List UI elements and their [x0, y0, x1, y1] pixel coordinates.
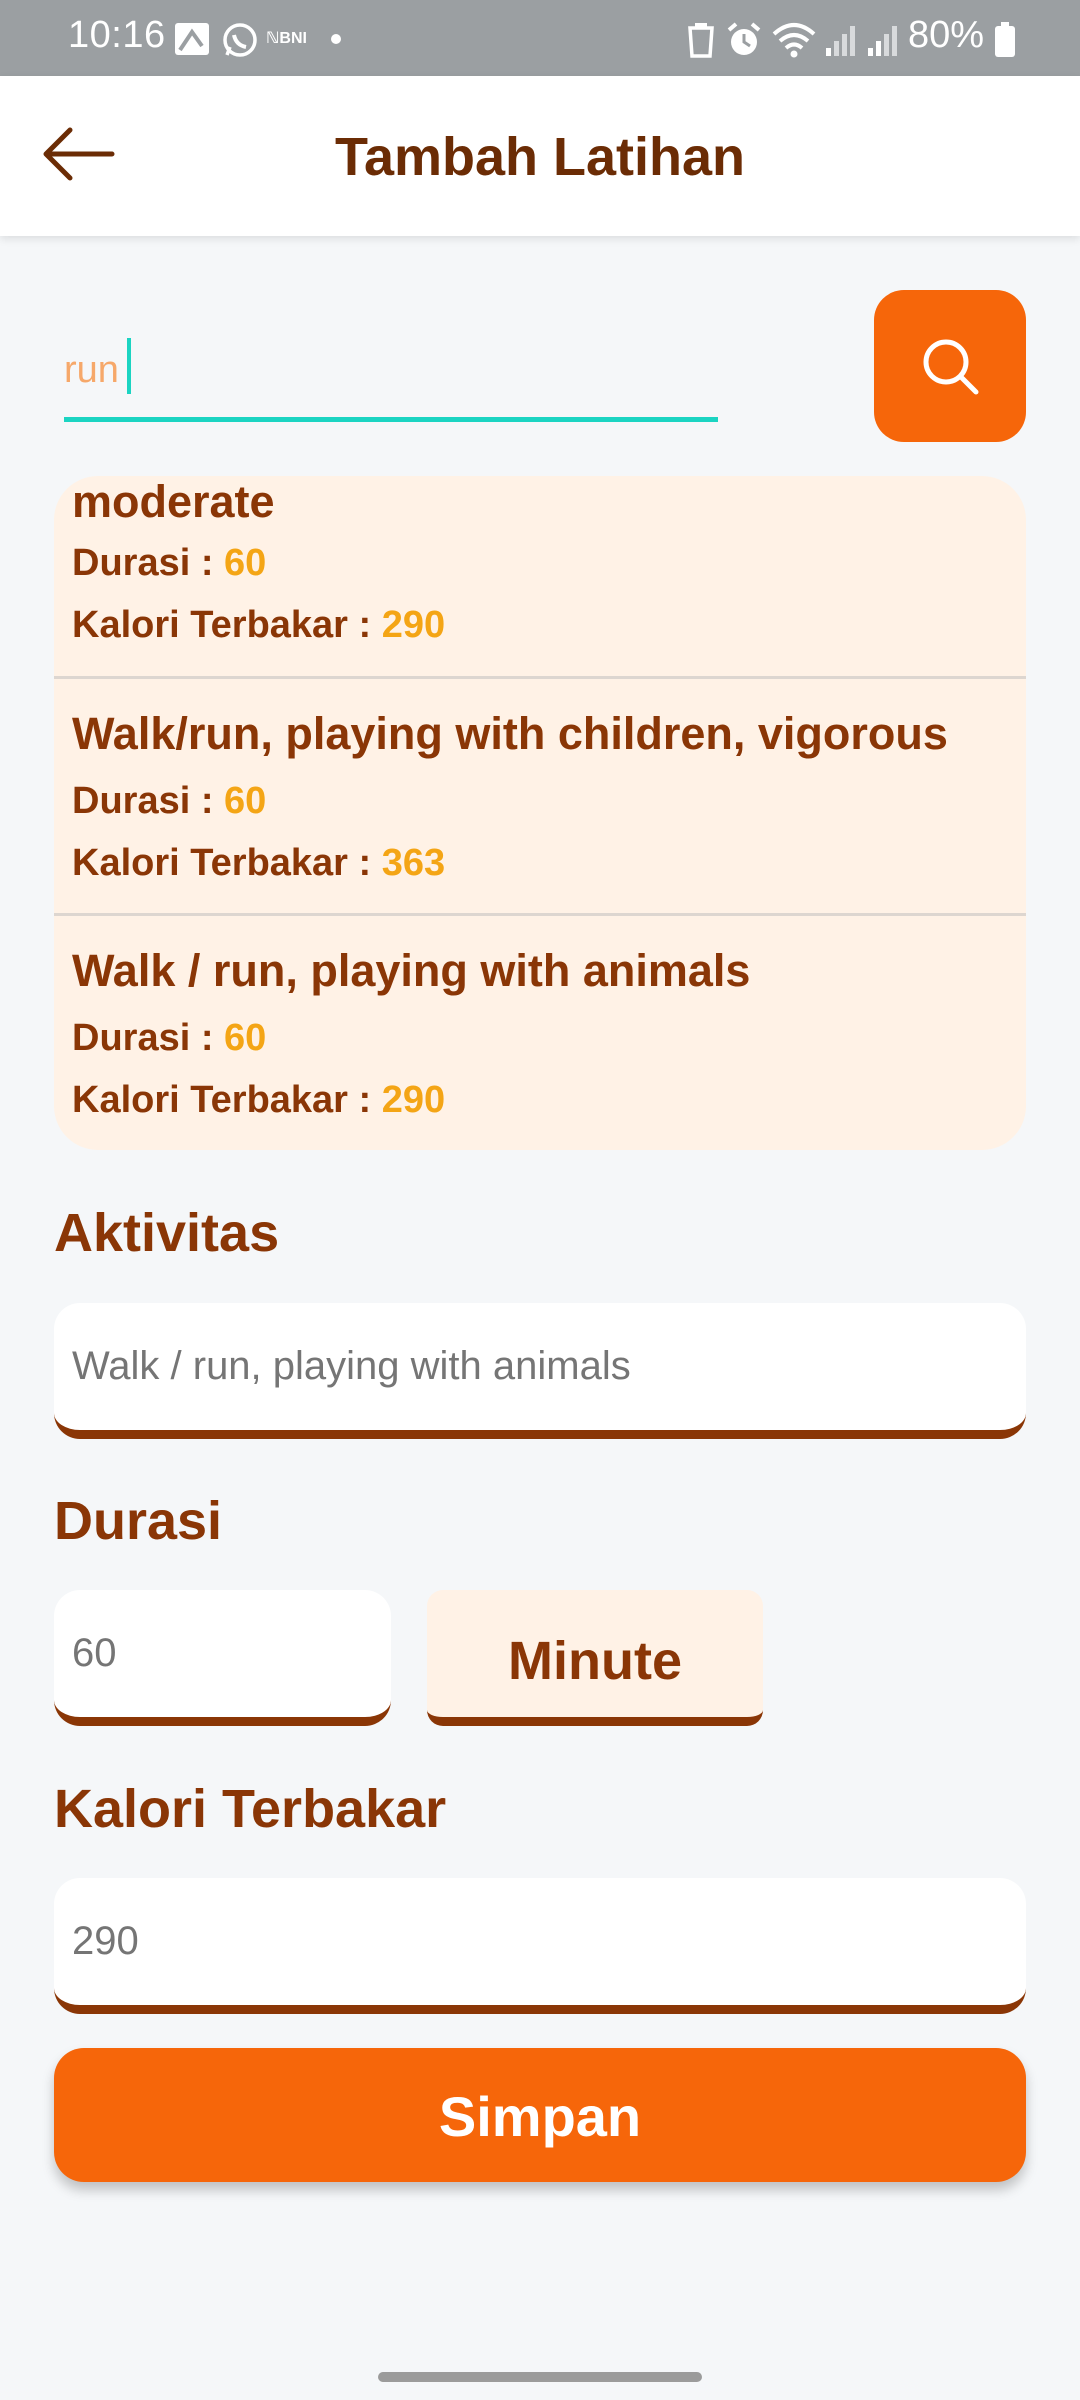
kalori-value: 290	[381, 1079, 446, 1121]
notification-icon	[174, 22, 210, 61]
whatsapp-icon	[222, 22, 258, 63]
kalori-value: 363	[381, 842, 446, 884]
result-durasi: Durasi : 60	[72, 1017, 266, 1060]
result-name: Walk / run, playing with animals	[72, 945, 751, 996]
search-results-list: moderate Durasi : 60 Kalori Terbakar : 2…	[54, 476, 1026, 1150]
battery-percentage: 80%	[907, 14, 984, 56]
durasi-label: Durasi :	[72, 542, 225, 584]
status-time: 10:16	[68, 14, 166, 56]
kalori-label: Kalori Terbakar :	[72, 842, 382, 884]
search-input[interactable]	[64, 340, 718, 400]
alarm-icon	[726, 22, 762, 63]
durasi-label: Durasi	[54, 1491, 223, 1551]
home-indicator[interactable]	[378, 2372, 702, 2382]
durasi-label: Durasi :	[72, 780, 225, 822]
result-item[interactable]: Walk/run, playing with children, vigorou…	[54, 678, 1026, 915]
dot-icon	[330, 32, 342, 50]
durasi-value: 60	[224, 542, 267, 584]
durasi-label: Durasi :	[72, 1017, 225, 1059]
durasi-value: 60	[224, 780, 267, 822]
recycle-icon	[686, 22, 716, 63]
durasi-field[interactable]	[54, 1590, 391, 1726]
search-button[interactable]	[874, 290, 1026, 442]
durasi-input[interactable]	[72, 1590, 373, 1717]
aktivitas-input[interactable]	[72, 1303, 1008, 1430]
page-title: Tambah Latihan	[334, 127, 746, 187]
kalori-value: 290	[381, 604, 446, 646]
aktivitas-label: Aktivitas	[54, 1203, 280, 1263]
aktivitas-field[interactable]	[54, 1303, 1026, 1439]
kalori-label: Kalori Terbakar :	[72, 604, 382, 646]
durasi-value: 60	[224, 1017, 267, 1059]
signal-icon	[824, 22, 856, 63]
signal-icon	[866, 22, 898, 63]
result-item[interactable]: Walk / run, playing with animals Durasi …	[54, 915, 1026, 1150]
result-kalori: Kalori Terbakar : 290	[72, 1079, 445, 1122]
wifi-icon	[772, 22, 816, 63]
battery-icon	[994, 22, 1016, 63]
result-durasi: Durasi : 60	[72, 780, 266, 823]
durasi-unit-label: Minute	[508, 1631, 682, 1691]
save-button-label: Simpan	[438, 2085, 642, 2148]
result-name: Walk/run, playing with children, vigorou…	[72, 708, 948, 759]
kalori-input[interactable]	[72, 1878, 1008, 2005]
durasi-unit-selector[interactable]: Minute	[427, 1590, 763, 1726]
result-kalori: Kalori Terbakar : 363	[72, 842, 445, 885]
text-caret	[127, 338, 131, 394]
bni-icon: ℕBNI	[266, 30, 307, 47]
save-button[interactable]: Simpan	[54, 2048, 1026, 2182]
search-field[interactable]	[64, 322, 718, 422]
result-kalori: Kalori Terbakar : 290	[72, 604, 445, 647]
result-item[interactable]: moderate Durasi : 60 Kalori Terbakar : 2…	[54, 476, 1026, 653]
status-bar: 10:16 ℕBNI 80%	[0, 0, 1080, 76]
kalori-field[interactable]	[54, 1878, 1026, 2014]
result-durasi: Durasi : 60	[72, 542, 266, 585]
result-name: moderate	[72, 476, 275, 527]
app-bar: Tambah Latihan	[0, 76, 1080, 236]
kalori-label: Kalori Terbakar	[54, 1779, 447, 1839]
kalori-label: Kalori Terbakar :	[72, 1079, 382, 1121]
